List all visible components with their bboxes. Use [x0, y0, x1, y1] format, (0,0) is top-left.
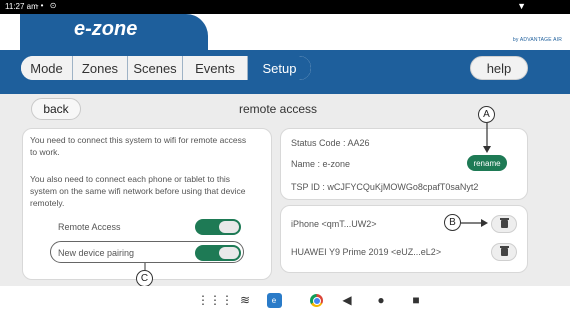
chrome-icon[interactable]	[307, 291, 325, 309]
toggle-knob	[219, 247, 239, 259]
wifi-icon: ▼	[517, 1, 526, 11]
delete-device-button[interactable]	[491, 243, 517, 261]
status-time: 11:27 am	[5, 2, 38, 11]
ezone-app-icon[interactable]: e	[265, 291, 283, 309]
status-code: Status Code : AA26	[291, 138, 370, 148]
home-icon[interactable]: ●	[372, 291, 390, 309]
callout-a: A	[478, 106, 495, 123]
page-title: remote access	[239, 102, 318, 116]
status-bar: 11:27 am -• ⊙ ▼	[0, 0, 570, 14]
tab-zones[interactable]: Zones	[73, 56, 128, 80]
rename-button[interactable]: rename	[467, 155, 507, 171]
back-icon[interactable]: ◀	[338, 291, 356, 309]
main-nav: Mode Zones Scenes Events Setup	[21, 56, 311, 80]
trash-icon	[499, 218, 509, 228]
tab-scenes[interactable]: Scenes	[128, 56, 183, 80]
system-name: Name : e-zone	[291, 159, 351, 169]
paired-devices-panel	[280, 205, 528, 273]
wifi-icon[interactable]: ≋	[236, 291, 254, 309]
new-device-pairing-toggle[interactable]	[195, 245, 241, 261]
tsp-id: TSP ID : wCJFYCQuKjMOWGo8cpafT0saNyt2	[291, 182, 479, 192]
new-device-pairing-label: New device pairing	[58, 248, 135, 258]
remote-access-label: Remote Access	[58, 222, 121, 232]
callout-b: B	[444, 214, 461, 231]
system-navigation-bar	[0, 286, 570, 320]
pairing-requirement-text: You also need to connect each phone or t…	[30, 174, 246, 208]
device-name: HUAWEI Y9 Prime 2019 <eUZ...eL2>	[291, 247, 442, 257]
callout-c: C	[136, 270, 153, 287]
recents-icon[interactable]: ■	[407, 291, 425, 309]
toggle-knob	[219, 221, 239, 233]
device-name: iPhone <qmT...UW2>	[291, 219, 377, 229]
help-button[interactable]: help	[470, 56, 528, 80]
apps-grid-icon[interactable]: ⋮⋮⋮	[197, 291, 233, 309]
trash-icon	[499, 246, 509, 256]
remote-access-toggle[interactable]	[195, 219, 241, 235]
brand-label: by ADVANTAGE AIR	[512, 37, 562, 43]
status-icons: -• ⊙	[36, 1, 59, 10]
tab-events[interactable]: Events	[183, 56, 248, 80]
delete-device-button[interactable]	[491, 215, 517, 233]
app-logo: e-zone	[74, 18, 138, 40]
wifi-requirement-text: You need to connect this system to wifi …	[30, 135, 247, 157]
tab-mode[interactable]: Mode	[21, 56, 73, 80]
tab-setup[interactable]: Setup	[248, 56, 311, 80]
back-button[interactable]: back	[31, 98, 81, 120]
